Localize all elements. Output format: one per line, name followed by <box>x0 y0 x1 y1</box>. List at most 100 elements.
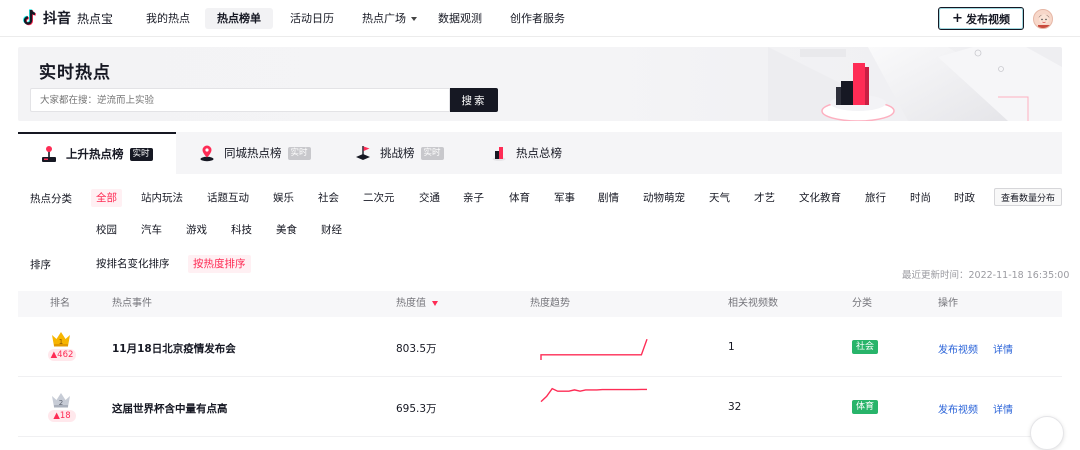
table-header: 排名 热点事件 热度值 热度趋势 相关视频数 分类 操作 <box>18 291 1062 317</box>
nav-data-observe[interactable]: 数据观测 <box>426 8 494 29</box>
view-count-distribution-button[interactable]: 查看数量分布 <box>994 188 1062 206</box>
heat-value: 695.3万 <box>396 403 437 415</box>
search-banner: 实时热点 搜索 <box>18 47 1062 121</box>
silver-crown-icon: 2 <box>52 393 70 408</box>
douyin-logo-icon <box>22 9 38 27</box>
logo-text: 抖音 <box>43 11 71 27</box>
table-row[interactable]: 2 ▲18 这届世界杯含中量有点高 695.3万 32 体育 发布视频 详情 <box>18 377 1062 437</box>
category-chip[interactable]: 站内玩法 <box>141 189 183 207</box>
col-heat[interactable]: 热度值 <box>396 291 438 317</box>
joystick-icon <box>42 146 56 162</box>
top-nav: 抖音 热点宝 我的热点 热点榜单 活动日历 热点广场 数据观测 创作者服务 + … <box>0 0 1080 37</box>
category-chip[interactable]: 时政 <box>954 189 975 207</box>
publish-video-link[interactable]: 发布视频 <box>938 341 978 356</box>
detail-link[interactable]: 详情 <box>993 341 1013 356</box>
category-badge: 社会 <box>852 340 879 354</box>
category-chip[interactable]: 天气 <box>709 189 730 207</box>
col-rank: 排名 <box>50 298 70 309</box>
rank-change: ▲18 <box>48 410 76 422</box>
category-chip[interactable]: 体育 <box>509 189 530 207</box>
publish-video-button[interactable]: + 发布视频 <box>938 7 1024 30</box>
category-chip[interactable]: 剧情 <box>598 189 619 207</box>
heat-trend-sparkline <box>540 387 647 403</box>
category-chip[interactable]: 军事 <box>554 189 575 207</box>
tab-city-hot-label: 同城热点榜 <box>224 146 282 160</box>
nav-hot-square-label: 热点广场 <box>362 12 406 25</box>
nav-my-hotspots[interactable]: 我的热点 <box>134 8 202 29</box>
trend-line <box>540 387 647 403</box>
ranking-tabs: 上升热点榜 实时 同城热点榜 实时 挑战榜 实时 热点总榜 <box>18 132 1062 174</box>
search-input[interactable] <box>30 88 450 112</box>
category-chip[interactable]: 科技 <box>231 221 252 239</box>
realtime-tag: 实时 <box>129 147 153 161</box>
nav-hot-square[interactable]: 热点广场 <box>350 8 429 29</box>
nav-creator-service[interactable]: 创作者服务 <box>498 8 577 29</box>
category-chip[interactable]: 财经 <box>321 221 342 239</box>
gold-crown-icon: 1 <box>52 332 70 347</box>
related-video-count: 1 <box>728 341 735 353</box>
caret-down-icon <box>411 17 417 21</box>
tab-rising-hot-label: 上升热点榜 <box>66 147 124 161</box>
sort-by-rank-change[interactable]: 按排名变化排序 <box>96 255 170 273</box>
category-chip[interactable]: 美食 <box>276 221 297 239</box>
back-to-top-button[interactable] <box>1030 416 1064 450</box>
rank-change: ▲462 <box>48 349 76 361</box>
col-event: 热点事件 <box>112 298 152 309</box>
category-chip[interactable]: 才艺 <box>754 189 775 207</box>
tab-challenge-label: 挑战榜 <box>380 146 415 160</box>
nav-hot-list[interactable]: 热点榜单 <box>205 8 273 29</box>
tab-rising-hot[interactable]: 上升热点榜 实时 <box>18 132 176 174</box>
rank-change-value: 462 <box>57 350 74 360</box>
category-chip[interactable]: 社会 <box>318 189 339 207</box>
category-chip[interactable]: 游戏 <box>186 221 207 239</box>
rank-change-value: 18 <box>59 411 71 421</box>
category-label: 热点分类 <box>30 193 72 205</box>
category-chip[interactable]: 文化教育 <box>799 189 841 207</box>
last-update-time: 最近更新时间：2022-11-18 16:35:00 <box>902 270 1070 281</box>
event-title[interactable]: 11月18日北京疫情发布会 <box>112 341 236 356</box>
category-chip[interactable]: 旅行 <box>865 189 886 207</box>
plus-icon: + <box>952 11 963 26</box>
tab-challenge[interactable]: 挑战榜 实时 <box>354 132 474 174</box>
product-name: 热点宝 <box>77 11 114 26</box>
logo[interactable]: 抖音 热点宝 <box>22 7 113 29</box>
col-action: 操作 <box>938 298 958 309</box>
avatar[interactable] <box>1033 9 1053 29</box>
tab-city-hot[interactable]: 同城热点榜 实时 <box>198 132 338 174</box>
category-chip[interactable]: 二次元 <box>363 189 395 207</box>
trend-line <box>540 338 648 360</box>
rank-number: 1 <box>59 338 63 346</box>
flag-icon <box>356 146 370 160</box>
search-button[interactable]: 搜索 <box>450 88 498 112</box>
sort-label: 排序 <box>30 259 51 271</box>
event-title[interactable]: 这届世界杯含中量有点高 <box>112 401 228 416</box>
sort-by-heat[interactable]: 按热度排序 <box>188 255 251 273</box>
category-chip[interactable]: 娱乐 <box>273 189 294 207</box>
nav-activity-calendar[interactable]: 活动日历 <box>278 8 346 29</box>
rank-badge: 2 ▲18 <box>48 391 76 425</box>
category-chip[interactable]: 话题互动 <box>207 189 249 207</box>
location-pin-icon <box>200 145 214 162</box>
table-row[interactable]: 1 ▲462 11月18日北京疫情发布会 803.5万 1 社会 发布视频 详情 <box>18 317 1062 377</box>
category-chip[interactable]: 亲子 <box>463 189 484 207</box>
banner-title: 实时热点 <box>39 63 111 83</box>
sort-desc-icon <box>432 300 438 306</box>
realtime-tag: 实时 <box>287 146 311 160</box>
category-chip[interactable]: 汽车 <box>141 221 162 239</box>
category-chip[interactable]: 校园 <box>96 221 117 239</box>
category-chip[interactable]: 交通 <box>419 189 440 207</box>
related-video-count: 32 <box>728 401 742 413</box>
col-videos: 相关视频数 <box>728 298 778 309</box>
heat-trend-sparkline <box>540 338 648 360</box>
publish-video-link[interactable]: 发布视频 <box>938 401 978 416</box>
category-chip[interactable]: 时尚 <box>910 189 931 207</box>
tab-total-hot[interactable]: 热点总榜 <box>490 132 590 174</box>
col-trend: 热度趋势 <box>530 298 570 309</box>
rank-number: 2 <box>59 399 63 407</box>
col-category: 分类 <box>852 298 872 309</box>
heat-value: 803.5万 <box>396 343 437 355</box>
detail-link[interactable]: 详情 <box>993 401 1013 416</box>
category-chip[interactable]: 全部 <box>91 189 122 207</box>
category-chip[interactable]: 动物萌宠 <box>643 189 685 207</box>
banner-decoration <box>768 47 1062 121</box>
